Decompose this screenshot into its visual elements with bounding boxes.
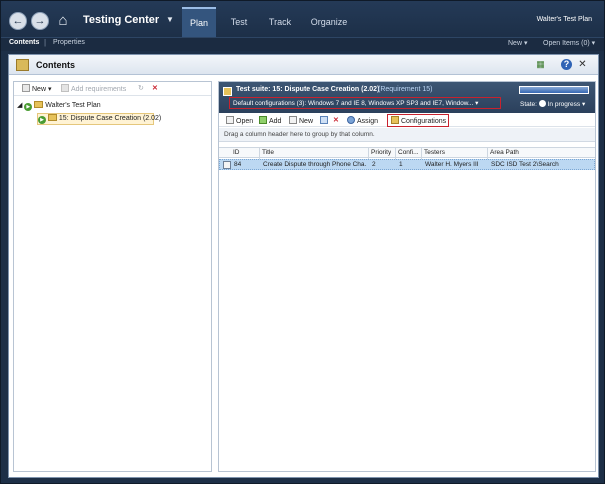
suite-header: Test suite: 15: Dispute Case Creation (2… <box>219 82 595 113</box>
group-by-hint[interactable]: Drag a column header here to group by th… <box>219 128 595 142</box>
add-requirements-button[interactable]: Add requirements <box>61 84 126 93</box>
contents-icon <box>16 59 29 71</box>
column-divider <box>368 148 369 159</box>
back-arrow-icon[interactable]: ← <box>9 12 27 30</box>
current-plan-name[interactable]: Walter's Test Plan <box>537 16 592 23</box>
cell-id: 84 <box>234 161 242 168</box>
chevron-down-icon[interactable]: ▾ <box>48 86 52 93</box>
open-button[interactable]: Open <box>226 116 253 125</box>
assign-button[interactable]: Assign <box>347 116 378 125</box>
subnav-contents[interactable]: Contents <box>9 39 39 46</box>
subnav-separator: | <box>44 38 47 47</box>
configurations-label: Configurations <box>401 118 447 125</box>
tree-toolbar: New ▾ Add requirements ↻ ✕ <box>14 82 211 96</box>
delete-icon[interactable]: ✕ <box>152 84 158 92</box>
in-progress-icon <box>538 100 546 107</box>
run-icon: ▶ <box>24 103 33 111</box>
column-divider <box>487 148 488 159</box>
copy-icon[interactable] <box>320 116 330 125</box>
requirements-icon <box>61 84 69 92</box>
subnav-new-menu[interactable]: New ▾ <box>508 39 527 47</box>
state-value: In progress <box>547 101 581 108</box>
chevron-down-icon[interactable]: ▾ <box>582 101 585 108</box>
new-label: New <box>299 118 314 125</box>
app-title: Testing Center <box>83 14 160 26</box>
test-suite-pane: Test suite: 15: Dispute Case Creation (2… <box>218 81 596 472</box>
refresh-icon[interactable]: ↻ <box>138 84 144 92</box>
suite-state[interactable]: State: In progress ▾ <box>520 100 585 108</box>
suite-progress-bar <box>519 86 589 94</box>
copy-icon-glyph <box>320 116 328 124</box>
column-divider <box>421 148 422 159</box>
add-requirements-label: Add requirements <box>71 86 127 93</box>
column-divider <box>259 148 260 159</box>
cell-priority: 2 <box>372 161 376 168</box>
subnav-open-items[interactable]: Open Items (0) ▾ <box>543 39 595 47</box>
column-header-id[interactable]: ID <box>233 149 240 156</box>
tab-plan[interactable]: Plan <box>182 7 216 37</box>
new-suite-button[interactable]: New ▾ <box>22 84 51 93</box>
configurations-button[interactable]: Configurations <box>391 116 446 125</box>
close-icon[interactable]: ✕ <box>577 59 588 70</box>
subnav-properties[interactable]: Properties <box>53 39 85 46</box>
default-configurations-dropdown[interactable]: Default configurations (3): Windows 7 an… <box>233 99 478 107</box>
add-button[interactable]: Add <box>259 116 281 125</box>
export-icon[interactable]: ▦ <box>535 59 546 70</box>
run-icon: ▶ <box>38 116 46 124</box>
assign-label: Assign <box>357 118 379 125</box>
configurations-icon <box>391 116 399 124</box>
add-label: Add <box>269 118 282 125</box>
tree-item-suite[interactable]: ▶ 15: Dispute Case Creation (2.02) <box>37 113 161 125</box>
tree-item-label: Walter's Test Plan <box>45 102 101 109</box>
open-icon <box>226 116 234 124</box>
contents-panel: Contents ▦ ? ✕ New ▾ Add requirements ↻ … <box>8 54 599 478</box>
home-icon[interactable]: ⌂ <box>53 11 73 31</box>
tab-track[interactable]: Track <box>263 7 297 37</box>
folder-icon <box>34 101 44 108</box>
new-document-icon <box>289 116 297 124</box>
sub-navigation: Contents | Properties New ▾ Open Items (… <box>1 37 604 51</box>
suite-icon <box>223 87 232 96</box>
contents-title: Contents <box>36 60 75 70</box>
help-icon[interactable]: ? <box>561 59 572 70</box>
table-row[interactable]: 84 Create Dispute through Phone Cha... 2… <box>219 159 595 170</box>
test-case-icon <box>223 161 233 170</box>
forward-arrow-icon[interactable]: → <box>31 12 49 30</box>
plan-tree-pane: New ▾ Add requirements ↻ ✕ ◢ ▶ Walter's … <box>13 81 212 472</box>
test-case-grid-header: ID Title Priority Confi... Testers Area … <box>219 147 595 159</box>
column-header-area-path[interactable]: Area Path <box>490 149 519 156</box>
cell-testers: Walter H. Myers III <box>425 161 479 168</box>
new-button[interactable]: New <box>289 116 313 125</box>
assign-icon <box>347 116 355 124</box>
suite-title: Test suite: 15: Dispute Case Creation (2… <box>236 86 380 93</box>
suite-icon <box>47 114 57 121</box>
suite-toolbar: Open Add New ✕ Assign Configurations <box>219 114 595 127</box>
add-icon <box>259 116 267 124</box>
tab-test[interactable]: Test <box>224 7 254 37</box>
top-bar: ← → ⌂ Testing Center ▼ Plan Test Track O… <box>1 1 604 41</box>
remove-icon[interactable]: ✕ <box>333 116 339 124</box>
column-header-configurations[interactable]: Confi... <box>398 149 419 156</box>
new-document-icon <box>22 84 30 92</box>
tree-item-label: 15: Dispute Case Creation (2.02) <box>58 115 162 122</box>
column-header-testers[interactable]: Testers <box>424 149 445 156</box>
cell-area-path: SDC ISD Test 2\Search <box>491 161 559 168</box>
contents-header: Contents ▦ ? ✕ <box>9 55 598 75</box>
testing-center-window: ← → ⌂ Testing Center ▼ Plan Test Track O… <box>0 0 605 484</box>
tab-organize[interactable]: Organize <box>306 7 352 37</box>
column-divider <box>395 148 396 159</box>
cell-title: Create Dispute through Phone Cha... <box>263 161 367 168</box>
tree-item-plan[interactable]: ◢ ▶ Walter's Test Plan <box>17 101 101 113</box>
column-header-title[interactable]: Title <box>262 149 274 156</box>
cell-configurations: 1 <box>399 161 403 168</box>
new-label: New <box>32 86 47 93</box>
expand-arrow-icon[interactable]: ◢ <box>17 102 22 109</box>
column-header-priority[interactable]: Priority <box>371 149 391 156</box>
chevron-down-icon[interactable]: ▼ <box>166 15 174 24</box>
suite-requirement-link[interactable]: (Requirement 15) <box>378 86 432 93</box>
state-label: State: <box>520 101 537 108</box>
open-label: Open <box>236 118 254 125</box>
